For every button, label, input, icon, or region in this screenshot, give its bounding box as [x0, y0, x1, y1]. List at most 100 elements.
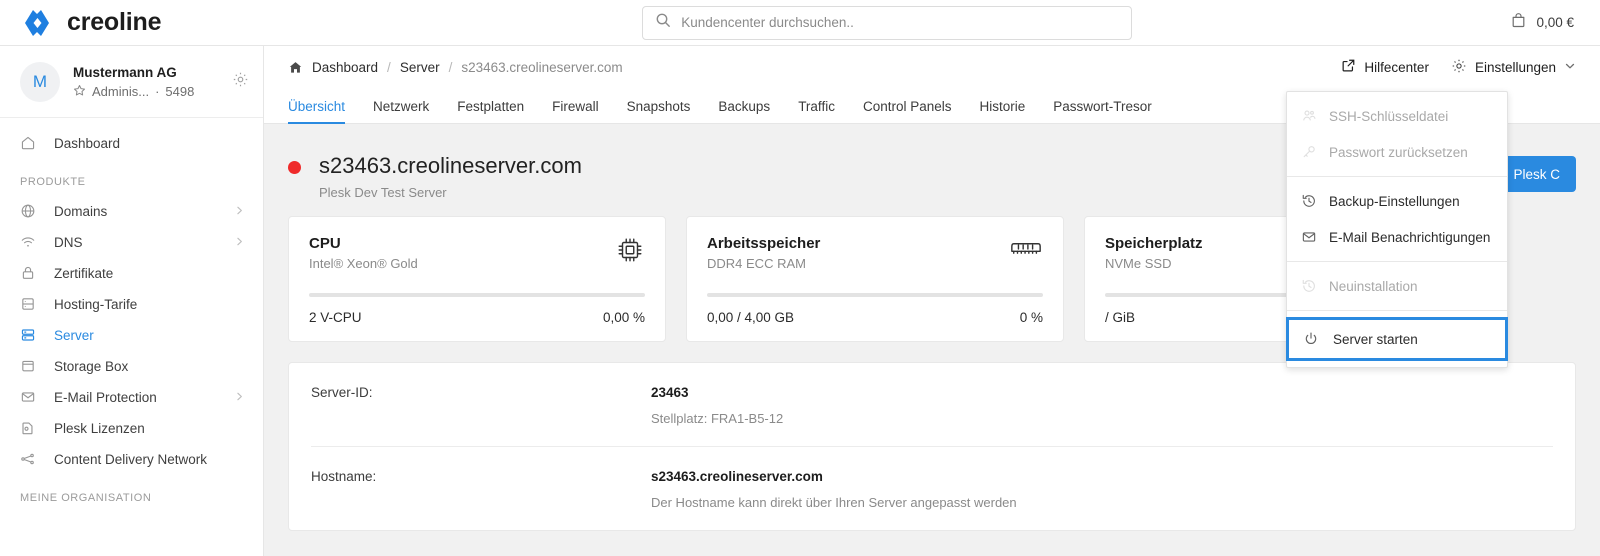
search-placeholder: Kundencenter durchsuchen..	[681, 15, 854, 30]
menu-item-label: E-Mail Benachrichtigungen	[1329, 229, 1491, 245]
tab-uebersicht[interactable]: Übersicht	[288, 99, 359, 124]
sidebar-item-zertifikate[interactable]: Zertifikate	[0, 258, 263, 288]
card-title: Arbeitsspeicher	[707, 235, 821, 252]
cpu-chip-icon	[615, 235, 645, 270]
tab-control-panels[interactable]: Control Panels	[849, 99, 966, 123]
menu-item-backup-einstellungen[interactable]: Backup-Einstellungen	[1287, 183, 1507, 219]
menu-item-server-starten[interactable]: Server starten	[1286, 317, 1508, 361]
card-cpu: CPU Intel® Xeon® Gold 2 V-CPU 0,00 %	[288, 216, 666, 342]
lock-icon	[20, 265, 40, 281]
sidebar-item-label: Server	[54, 327, 94, 343]
menu-separator	[1287, 176, 1507, 177]
globe-icon	[20, 203, 40, 219]
key-icon	[1301, 144, 1323, 160]
memory-ram-icon	[1009, 235, 1043, 266]
settings-dropdown-button[interactable]: Einstellungen	[1451, 58, 1576, 77]
app-root: creoline Kundencenter durchsuchen.. 0,00…	[0, 0, 1600, 556]
tab-netzwerk[interactable]: Netzwerk	[359, 99, 443, 123]
gear-icon[interactable]	[232, 71, 249, 93]
sidebar-item-plesk-lizenzen[interactable]: Plesk Lizenzen	[0, 413, 263, 443]
sidebar-item-label: Hosting-Tarife	[54, 296, 138, 312]
history-icon	[1301, 278, 1323, 294]
creoline-logo-icon	[22, 6, 56, 40]
brand[interactable]: creoline	[0, 6, 264, 40]
detail-value-block: s23463.creolineserver.com Der Hostname k…	[651, 469, 1017, 510]
search-area: Kundencenter durchsuchen..	[264, 5, 1510, 40]
search-icon	[655, 12, 671, 33]
organization-name: Mustermann AG	[73, 64, 177, 80]
plesk-console-label: Plesk C	[1513, 166, 1560, 182]
organization-separator: ·	[155, 84, 160, 99]
tab-snapshots[interactable]: Snapshots	[613, 99, 705, 123]
wifi-icon	[20, 234, 40, 250]
star-icon	[73, 84, 86, 100]
sidebar: M Mustermann AG Adminis... · 5498 Dashbo…	[0, 46, 264, 556]
menu-item-passwort-zuruecksetzen[interactable]: Passwort zurücksetzen	[1287, 134, 1507, 170]
organization-info: Mustermann AG Adminis... · 5498	[73, 64, 232, 100]
help-center-label: Hilfecenter	[1364, 59, 1429, 75]
users-key-icon	[1301, 108, 1323, 124]
breadcrumb-separator: /	[387, 59, 391, 75]
settings-label: Einstellungen	[1474, 59, 1556, 75]
mail-icon	[1301, 229, 1323, 245]
sidebar-item-label: Zertifikate	[54, 265, 114, 281]
tab-festplatten[interactable]: Festplatten	[443, 99, 538, 123]
menu-item-email-benachrichtigungen[interactable]: E-Mail Benachrichtigungen	[1287, 219, 1507, 255]
card-right-value: 0,00 %	[602, 310, 645, 325]
card-footer: 0,00 / 4,00 GB 0 %	[707, 310, 1043, 325]
menu-item-label: SSH-Schlüsseldatei	[1329, 108, 1449, 124]
home-icon	[20, 135, 40, 151]
sidebar-item-storage-box[interactable]: Storage Box	[0, 351, 263, 381]
detail-value: s23463.creolineserver.com	[651, 469, 823, 484]
tab-firewall[interactable]: Firewall	[538, 99, 613, 123]
sidebar-item-domains[interactable]: Domains	[0, 196, 263, 226]
help-center-button[interactable]: Hilfecenter	[1341, 58, 1429, 76]
detail-value: 23463	[651, 385, 689, 400]
organization-role: Adminis...	[92, 84, 150, 99]
box-icon	[20, 358, 40, 374]
card-title: CPU	[309, 235, 341, 252]
menu-item-label: Passwort zurücksetzen	[1329, 144, 1468, 160]
card-subtitle: DDR4 ECC RAM	[707, 256, 806, 271]
sidebar-item-label: Content Delivery Network	[54, 451, 208, 467]
organization-switcher[interactable]: M Mustermann AG Adminis... · 5498	[0, 46, 263, 118]
card-title-block: Speicherplatz NVMe SSD	[1105, 235, 1203, 271]
menu-item-neuinstallation[interactable]: Neuinstallation	[1287, 268, 1507, 304]
tab-traffic[interactable]: Traffic	[784, 99, 849, 123]
search-input[interactable]: Kundencenter durchsuchen..	[642, 5, 1133, 40]
sidebar-nav: Dashboard PRODUKTE Domains DNS Zertifika…	[0, 118, 263, 504]
detail-value-block: 23463 Stellplatz: FRA1-B5-12	[651, 385, 783, 426]
chevron-right-icon	[234, 204, 245, 219]
sidebar-item-dns[interactable]: DNS	[0, 227, 263, 257]
tab-backups[interactable]: Backups	[704, 99, 784, 123]
home-icon[interactable]	[288, 60, 303, 75]
breadcrumb-dashboard[interactable]: Dashboard	[312, 60, 378, 75]
cart-button[interactable]: 0,00 €	[1510, 12, 1600, 34]
breadcrumb-server[interactable]: Server	[400, 60, 440, 75]
mail-icon	[20, 389, 40, 405]
sidebar-section-produkte: PRODUKTE	[20, 176, 86, 188]
sidebar-item-hosting-tarife[interactable]: Hosting-Tarife	[0, 289, 263, 319]
tab-historie[interactable]: Historie	[966, 99, 1040, 123]
power-icon	[1303, 331, 1325, 347]
sidebar-item-label: Plesk Lizenzen	[54, 420, 145, 436]
table-row: Server-ID: 23463 Stellplatz: FRA1-B5-12	[311, 363, 1553, 447]
sidebar-item-email-protection[interactable]: E-Mail Protection	[0, 382, 263, 412]
database-icon	[20, 296, 40, 312]
external-link-icon	[1341, 58, 1356, 76]
card-footer: 2 V-CPU 0,00 %	[309, 310, 645, 325]
server-details-card: Server-ID: 23463 Stellplatz: FRA1-B5-12 …	[288, 362, 1576, 531]
settings-dropdown-menu: SSH-Schlüsseldatei Passwort zurücksetzen…	[1286, 91, 1508, 368]
card-left-value: 2 V-CPU	[309, 310, 362, 325]
sidebar-item-server[interactable]: Server	[0, 320, 263, 350]
sidebar-item-dashboard[interactable]: Dashboard	[0, 128, 263, 158]
tab-passwort-tresor[interactable]: Passwort-Tresor	[1039, 99, 1166, 123]
chevron-right-icon	[234, 235, 245, 250]
shopping-bag-icon	[1510, 12, 1527, 34]
gear-icon	[1451, 58, 1467, 77]
sidebar-item-content-delivery-network[interactable]: Content Delivery Network	[0, 444, 263, 474]
card-right-value: 0 %	[1019, 310, 1043, 325]
menu-item-ssh-schluesseldatei[interactable]: SSH-Schlüsseldatei	[1287, 98, 1507, 134]
card-arbeitsspeicher: Arbeitsspeicher DDR4 ECC RAM 0,00 / 4,00…	[686, 216, 1064, 342]
menu-separator	[1287, 261, 1507, 262]
